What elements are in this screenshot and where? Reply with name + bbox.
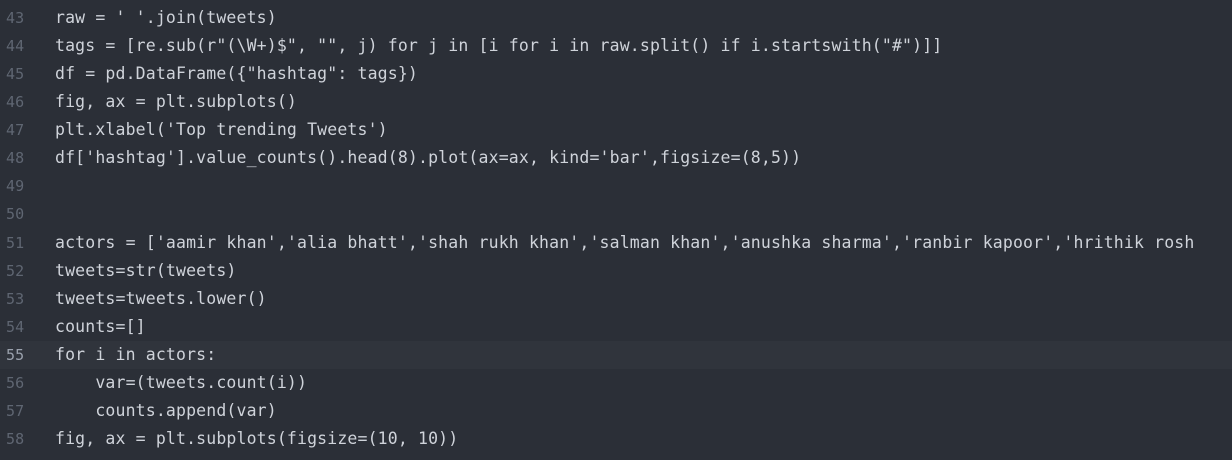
code-text[interactable]: raw = ' '.join(tweets) [55,4,277,32]
code-line[interactable]: 50 [0,200,1232,228]
code-line[interactable]: 46 fig, ax = plt.subplots() [0,88,1232,116]
code-line[interactable]: 47 plt.xlabel('Top trending Tweets') [0,116,1232,144]
line-number: 49 [6,177,25,195]
code-line[interactable]: 45 df = pd.DataFrame({"hashtag": tags}) [0,60,1232,88]
code-text[interactable]: tweets=tweets.lower() [55,285,267,313]
code-text[interactable]: plt.xlabel('Top trending Tweets') [55,116,388,144]
code-line[interactable]: 44 tags = [re.sub(r"(\W+)$", "", j) for … [0,32,1232,60]
line-number: 56 [6,374,25,392]
code-text[interactable]: tags = [re.sub(r"(\W+)$", "", j) for j i… [55,32,942,60]
line-number: 48 [6,149,25,167]
code-line[interactable]: 48 df['hashtag'].value_counts().head(8).… [0,144,1232,172]
code-line[interactable]: 58 fig, ax = plt.subplots(figsize=(10, 1… [0,425,1232,453]
code-line[interactable]: 57 counts.append(var) [0,397,1232,425]
code-line[interactable]: 52 tweets=str(tweets) [0,257,1232,285]
code-text[interactable]: df = pd.DataFrame({"hashtag": tags}) [55,60,418,88]
code-text[interactable]: counts=[] [55,313,146,341]
code-line[interactable]: 49 [0,172,1232,200]
line-number: 57 [6,402,25,420]
code-text[interactable]: tweets=str(tweets) [55,257,237,285]
line-number: 52 [6,262,25,280]
code-line[interactable]: 54 counts=[] [0,313,1232,341]
line-number: 47 [6,121,25,139]
code-line[interactable]: 51 actors = ['aamir khan','alia bhatt','… [0,229,1232,257]
code-editor[interactable]: 43 raw = ' '.join(tweets) 44 tags = [re.… [0,0,1232,460]
code-text[interactable]: df['hashtag'].value_counts().head(8).plo… [55,144,801,172]
line-number: 44 [6,37,25,55]
code-line[interactable]: 53 tweets=tweets.lower() [0,285,1232,313]
line-number: 55 [6,346,25,364]
code-text[interactable]: counts.append(var) [55,397,277,425]
code-text[interactable]: for i in actors: [55,341,216,369]
line-number: 54 [6,318,25,336]
line-number: 46 [6,93,25,111]
line-number: 51 [6,234,25,252]
code-line[interactable]: 43 raw = ' '.join(tweets) [0,4,1232,32]
line-number: 45 [6,65,25,83]
code-text[interactable]: fig, ax = plt.subplots(figsize=(10, 10)) [55,425,458,453]
line-number: 43 [6,9,25,27]
code-text[interactable]: var=(tweets.count(i)) [55,369,307,397]
code-line-active[interactable]: 55 for i in actors: [0,341,1232,369]
line-number: 53 [6,290,25,308]
line-number: 58 [6,430,25,448]
code-text[interactable]: fig, ax = plt.subplots() [55,88,297,116]
code-text[interactable]: actors = ['aamir khan','alia bhatt','sha… [55,229,1194,257]
code-line[interactable]: 56 var=(tweets.count(i)) [0,369,1232,397]
line-number: 50 [6,205,25,223]
